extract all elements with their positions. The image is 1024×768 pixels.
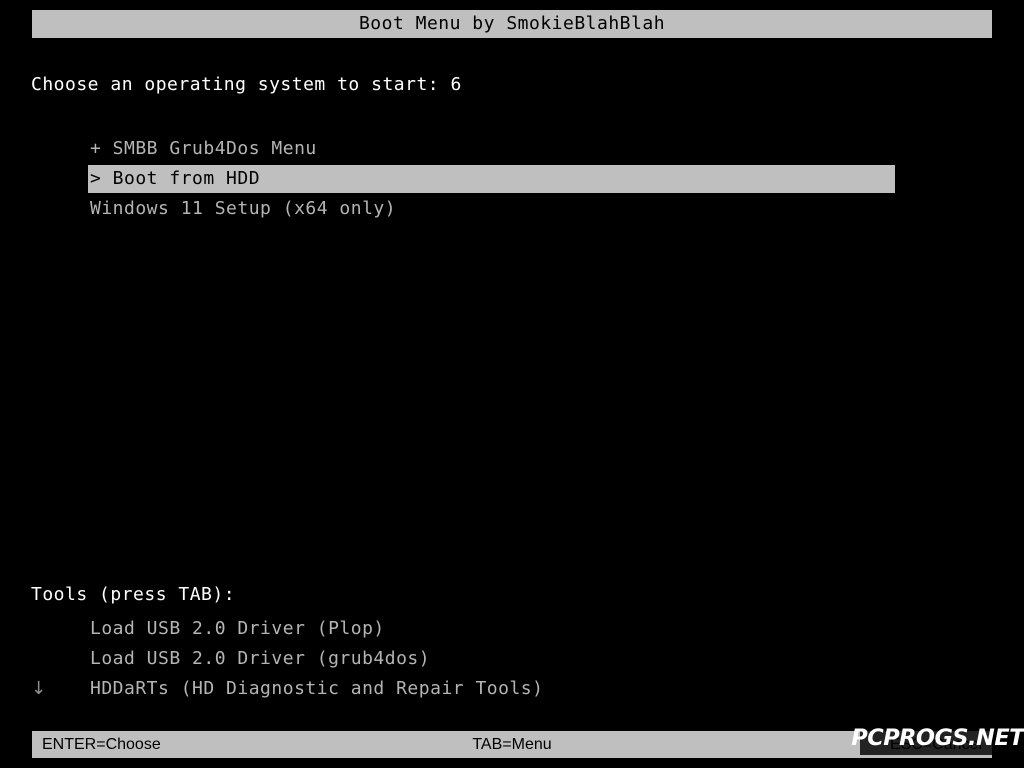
os-menu-item-label: + SMBB Grub4Dos Menu	[90, 138, 317, 159]
tools-list: Load USB 2.0 Driver (Plop) Load USB 2.0 …	[0, 614, 1024, 704]
window-title-bar: Boot Menu by SmokieBlahBlah	[32, 10, 992, 38]
os-menu-list: + SMBB Grub4Dos Menu > Boot from HDD Win…	[0, 134, 1024, 224]
status-tab-hint: TAB=Menu	[472, 736, 552, 753]
watermark-overlay: PCPROGS.NET	[852, 722, 1024, 755]
tool-item-label: Load USB 2.0 Driver (Plop)	[90, 618, 385, 639]
boot-menu-screen: Boot Menu by SmokieBlahBlah Choose an op…	[0, 0, 1024, 768]
tool-item-load-usb-plop[interactable]: Load USB 2.0 Driver (Plop)	[0, 614, 1024, 644]
prompt-text: Choose an operating system to start: 6	[31, 74, 462, 95]
os-menu-item-windows-11-setup[interactable]: Windows 11 Setup (x64 only)	[0, 194, 1024, 224]
os-menu-item-boot-from-hdd[interactable]: > Boot from HDD	[0, 164, 1024, 194]
os-menu-item-label: > Boot from HDD	[90, 168, 261, 189]
watermark-text: PCPROGS.NET	[851, 726, 1024, 751]
window-title: Boot Menu by SmokieBlahBlah	[358, 13, 666, 34]
tool-item-hddarts[interactable]: ↓ HDDaRTs (HD Diagnostic and Repair Tool…	[0, 674, 1024, 704]
os-menu-item-label: Windows 11 Setup (x64 only)	[90, 198, 397, 219]
tool-item-label: HDDaRTs (HD Diagnostic and Repair Tools)	[90, 678, 544, 699]
scroll-down-arrow-icon: ↓	[31, 678, 47, 699]
tool-item-label: Load USB 2.0 Driver (grub4dos)	[90, 648, 431, 669]
os-menu-item-smbb-grub4dos[interactable]: + SMBB Grub4Dos Menu	[0, 134, 1024, 164]
tool-item-load-usb-grub4dos[interactable]: Load USB 2.0 Driver (grub4dos)	[0, 644, 1024, 674]
tools-heading: Tools (press TAB):	[31, 584, 236, 605]
status-bar: ENTER=Choose TAB=Menu ESC=Cancel	[32, 731, 992, 758]
